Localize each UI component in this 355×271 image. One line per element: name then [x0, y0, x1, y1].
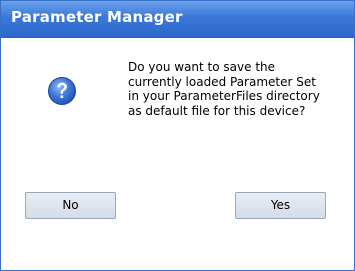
title-bar[interactable]: Parameter Manager	[1, 1, 354, 38]
question-icon	[48, 77, 76, 105]
parameter-manager-dialog: Parameter Manager Do you want to save th…	[0, 0, 355, 271]
confirmation-message: Do you want to save the currently loaded…	[128, 60, 320, 118]
yes-button[interactable]: Yes	[235, 192, 326, 219]
no-button[interactable]: No	[25, 192, 116, 219]
window-title: Parameter Manager	[11, 8, 183, 26]
